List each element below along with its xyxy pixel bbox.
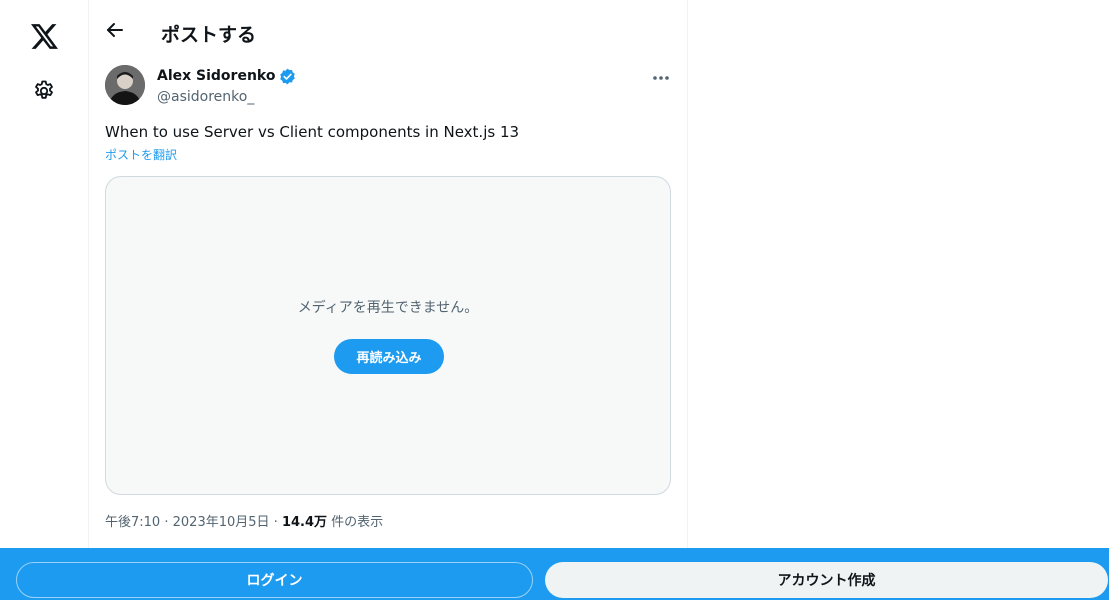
- settings-button[interactable]: [24, 73, 64, 113]
- translate-post-link[interactable]: ポストを翻訳: [105, 147, 177, 163]
- page-header: ポストする: [89, 0, 687, 60]
- view-count: 14.4万: [281, 515, 328, 530]
- post-date[interactable]: 2023年10月5日: [173, 515, 270, 530]
- left-nav-rail: [0, 0, 89, 548]
- login-prompt-bar: ログイン アカウント作成: [0, 548, 1109, 600]
- reload-button[interactable]: 再読み込み: [334, 339, 444, 374]
- arrow-left-icon: [105, 20, 125, 44]
- author-handle[interactable]: @asidorenko_: [157, 88, 254, 106]
- avatar[interactable]: [105, 65, 145, 105]
- x-logo-icon: [30, 23, 58, 53]
- more-horizontal-icon: [652, 66, 670, 85]
- post-text: When to use Server vs Client components …: [105, 123, 520, 141]
- media-player: メディアを再生できません。 再読み込み: [105, 176, 671, 495]
- author-name[interactable]: Alex Sidorenko: [157, 67, 275, 85]
- verified-badge-icon: [279, 68, 296, 85]
- main-column: ポストする Alex Sidorenko @asidorenko_ When t…: [89, 0, 688, 548]
- page-title: ポストする: [161, 24, 257, 46]
- home-logo-link[interactable]: [24, 18, 64, 58]
- more-options-button[interactable]: [647, 64, 675, 86]
- post-time[interactable]: 午後7:10: [105, 515, 160, 530]
- signup-button[interactable]: アカウント作成: [545, 562, 1108, 598]
- author-name-row[interactable]: Alex Sidorenko: [157, 67, 296, 85]
- back-button[interactable]: [101, 18, 129, 46]
- meta-separator: ·: [273, 515, 278, 530]
- post-meta: 午後7:10 · 2023年10月5日 · 14.4万 件の表示: [105, 514, 383, 532]
- media-error-message: メディアを再生できません。: [297, 300, 479, 316]
- gear-icon: [32, 79, 56, 107]
- meta-separator: ·: [164, 515, 169, 530]
- view-count-suffix: 件の表示: [331, 515, 384, 530]
- login-button[interactable]: ログイン: [16, 562, 533, 598]
